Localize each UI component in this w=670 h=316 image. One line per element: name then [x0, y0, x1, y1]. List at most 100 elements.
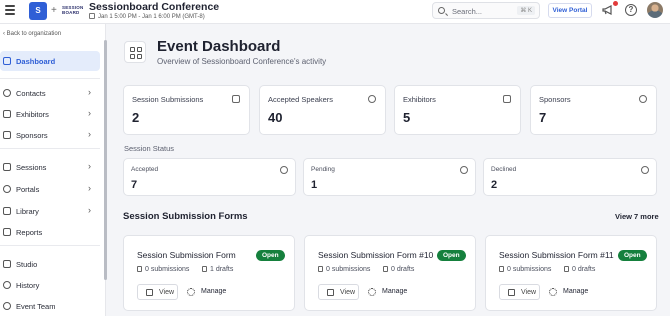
status-card-pending[interactable]: Pending 1 [303, 158, 476, 196]
stat-card-accepted-speakers[interactable]: Accepted Speakers 40 [259, 85, 386, 135]
stat-value: 5 [403, 110, 411, 125]
manage-button[interactable]: Manage [366, 284, 418, 300]
stat-card-exhibitors[interactable]: Exhibitors 5 [394, 85, 521, 135]
document-icon [318, 266, 323, 272]
sidebar-item-portals[interactable]: Portals › [0, 179, 101, 199]
sidebar-item-label: Exhibitors [16, 110, 49, 119]
library-icon [3, 207, 11, 215]
submissions-text: 0 submissions [507, 266, 552, 273]
calendar-icon [89, 13, 95, 19]
document-icon [137, 266, 142, 272]
document-icon [383, 266, 388, 272]
sidebar-item-label: Contacts [16, 89, 46, 98]
award-icon [639, 95, 647, 103]
document-icon [202, 266, 207, 272]
sidebar-item-studio[interactable]: Studio [0, 254, 101, 274]
external-link-icon [508, 289, 515, 296]
submissions-text: 0 submissions [326, 266, 371, 273]
check-circle-icon [280, 166, 288, 174]
sidebar-item-library[interactable]: Library › [0, 201, 101, 221]
status-value: 1 [311, 179, 318, 191]
menu-icon[interactable] [5, 5, 15, 17]
manage-button[interactable]: Manage [185, 284, 237, 300]
view-button[interactable]: View [499, 284, 540, 300]
exhibitors-icon [3, 110, 11, 118]
view-button[interactable]: View [137, 284, 178, 300]
sidebar-item-reports[interactable]: Reports [0, 222, 101, 242]
sessionboard-logo[interactable]: S [29, 2, 47, 20]
form-card: Session Submission Form #11 Open 0 submi… [485, 235, 657, 311]
sidebar-item-label: Event Team [16, 302, 56, 311]
sidebar-item-exhibitors[interactable]: Exhibitors › [0, 104, 101, 124]
stat-card-session-submissions[interactable]: Session Submissions 2 [123, 85, 250, 135]
search-placeholder: Search... [452, 7, 483, 16]
sidebar-item-sessions[interactable]: Sessions › [0, 157, 101, 177]
sidebar-item-label: Sessions [16, 163, 47, 172]
status-badge: Open [256, 250, 285, 261]
sessions-icon [3, 163, 11, 171]
manage-label: Manage [382, 288, 408, 295]
event-title: Sessionboard Conference [89, 1, 220, 13]
chevron-right-icon: › [88, 161, 91, 171]
studio-icon [3, 260, 11, 268]
search-input[interactable]: Search... ⌘ K [432, 2, 540, 19]
plus-icon: + [51, 5, 57, 16]
gear-icon [549, 288, 557, 296]
sidebar-item-history[interactable]: History [0, 275, 101, 295]
status-card-accepted[interactable]: Accepted 7 [123, 158, 296, 196]
form-card: Session Submission Form Open 0 submissio… [123, 235, 295, 311]
sidebar-item-label: Sponsors [16, 131, 48, 140]
contacts-icon [3, 89, 11, 97]
manage-button[interactable]: Manage [547, 284, 599, 300]
forms-section-title: Session Submission Forms [123, 211, 248, 222]
megaphone-icon[interactable] [602, 4, 614, 16]
document-icon [564, 266, 569, 272]
x-circle-icon [641, 166, 649, 174]
help-icon[interactable]: ? [625, 4, 637, 16]
chevron-right-icon: › [88, 87, 91, 97]
manage-label: Manage [563, 288, 589, 295]
stat-value: 7 [539, 110, 547, 125]
user-avatar[interactable] [647, 2, 663, 18]
view-button[interactable]: View [318, 284, 359, 300]
sidebar-divider [0, 148, 100, 149]
sidebar-item-label: Dashboard [16, 57, 56, 66]
page-title: Event Dashboard [157, 38, 281, 55]
brand-wordmark: SESSION BOARD [62, 5, 84, 15]
back-to-organization-link[interactable]: ‹ Back to organization [3, 31, 61, 37]
status-badge: Open [437, 250, 466, 261]
sidebar-item-sponsors[interactable]: Sponsors › [0, 125, 101, 145]
drafts-count: 1 drafts [202, 266, 233, 273]
sidebar-scrollbar[interactable] [104, 40, 107, 280]
sidebar-divider [0, 78, 100, 79]
submissions-count: 0 submissions [318, 266, 370, 273]
view-portal-button[interactable]: View Portal [548, 3, 592, 18]
sidebar-item-label: Reports [16, 228, 43, 237]
status-label: Accepted [131, 166, 159, 173]
sidebar-item-contacts[interactable]: Contacts › [0, 83, 101, 103]
status-value: 2 [491, 179, 498, 191]
stat-value: 2 [132, 110, 140, 125]
stat-label: Exhibitors [403, 95, 436, 104]
reports-icon [3, 228, 11, 236]
drafts-text: 0 drafts [391, 266, 415, 273]
sidebar-item-dashboard[interactable]: Dashboard [0, 51, 100, 71]
sidebar-item-event-team[interactable]: Event Team [0, 296, 101, 316]
sidebar-item-label: Portals [16, 185, 40, 194]
status-label: Declined [491, 166, 517, 173]
document-icon [232, 95, 240, 103]
event-date-text: Jan 1 5:00 PM - Jan 1 6:00 PM (GMT-8) [98, 14, 205, 20]
stat-card-sponsors[interactable]: Sponsors 7 [530, 85, 657, 135]
top-bar: S + SESSION BOARD Sessionboard Conferenc… [0, 0, 670, 24]
drafts-count: 0 drafts [383, 266, 414, 273]
status-card-declined[interactable]: Declined 2 [483, 158, 657, 196]
view-label: View [159, 289, 175, 296]
back-label: Back to organization [6, 31, 62, 37]
sidebar: ‹ Back to organization Dashboard Contact… [0, 24, 106, 316]
form-card: Session Submission Form #10 Open 0 submi… [304, 235, 476, 311]
view-more-link[interactable]: View 7 more [615, 212, 659, 221]
stat-label: Sponsors [539, 95, 571, 104]
event-date: Jan 1 5:00 PM - Jan 1 6:00 PM (GMT-8) [89, 13, 205, 20]
gear-icon [368, 288, 376, 296]
form-title: Session Submission Form #11 [499, 250, 614, 260]
